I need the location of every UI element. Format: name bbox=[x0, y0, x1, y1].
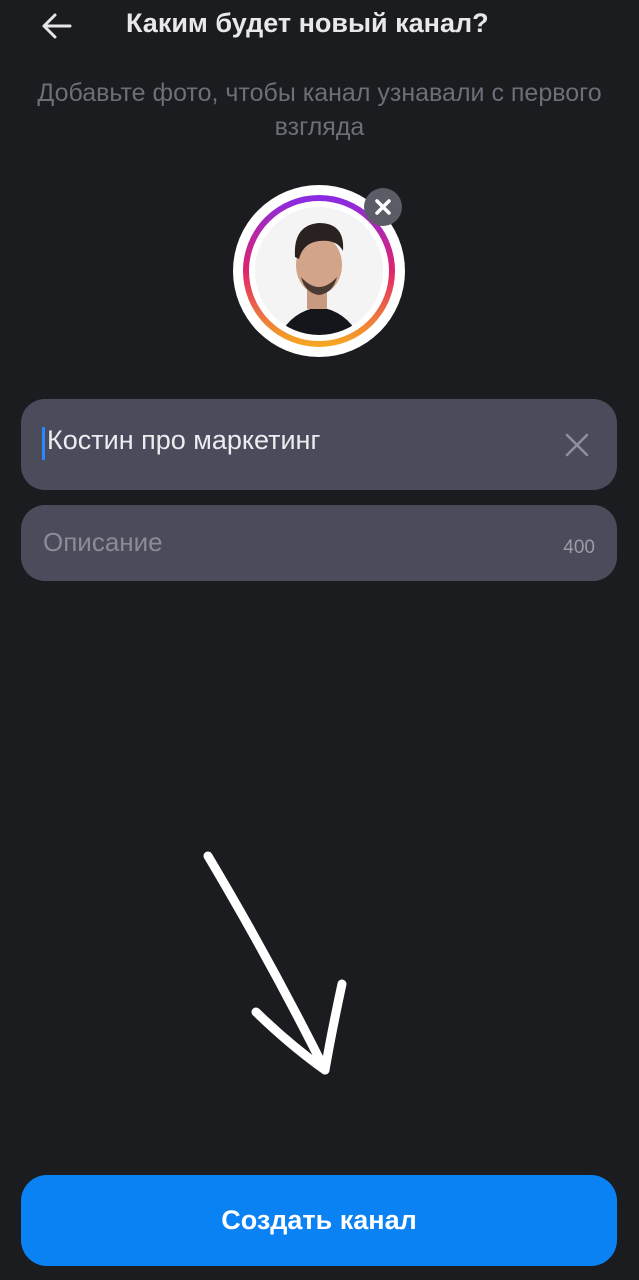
description-field[interactable]: Описание 400 bbox=[21, 505, 617, 581]
text-caret bbox=[42, 427, 45, 460]
page-subtitle: Добавьте фото, чтобы канал узнавали с пе… bbox=[37, 79, 602, 141]
clear-name-button[interactable] bbox=[557, 425, 597, 465]
back-button[interactable] bbox=[34, 4, 78, 48]
create-channel-button[interactable]: Создать канал bbox=[21, 1175, 617, 1266]
channel-avatar[interactable] bbox=[233, 185, 405, 357]
create-channel-label: Создать канал bbox=[221, 1205, 417, 1235]
close-icon bbox=[375, 199, 391, 215]
arrow-left-icon bbox=[42, 13, 72, 39]
close-icon bbox=[565, 433, 589, 457]
page-title: Каким будет новый канал? bbox=[126, 8, 489, 38]
character-counter: 400 bbox=[563, 537, 595, 558]
channel-name-value: Костин про маркетинг bbox=[47, 425, 321, 455]
hand-drawn-arrow-icon bbox=[203, 851, 347, 1075]
channel-name-field[interactable]: Костин про маркетинг bbox=[21, 399, 617, 490]
description-placeholder: Описание bbox=[43, 527, 163, 557]
header: Каким будет новый канал? bbox=[0, 0, 639, 52]
remove-photo-button[interactable] bbox=[364, 188, 402, 226]
